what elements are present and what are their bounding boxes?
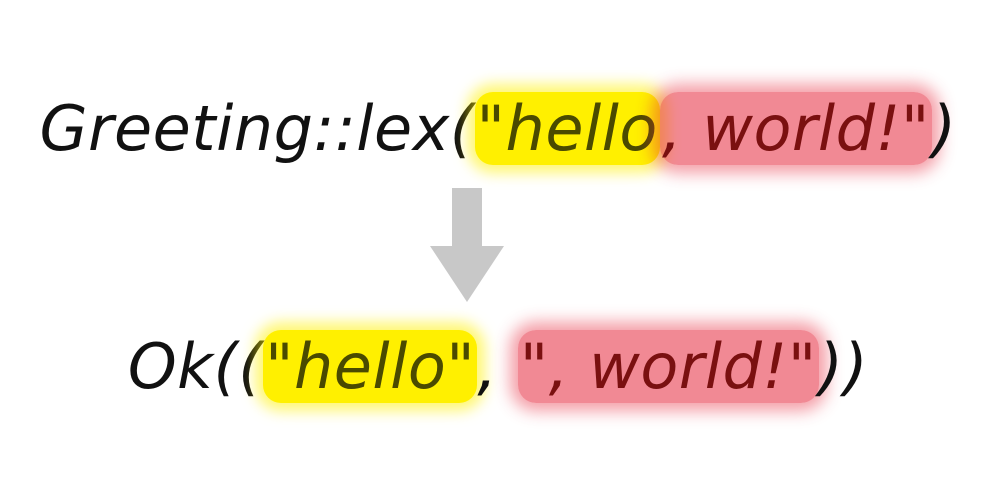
world-result-highlight: ", world!" xyxy=(517,330,819,403)
lex-call-suffix: ) xyxy=(931,92,957,165)
hello-highlight: "hello xyxy=(474,92,660,165)
arrow-down-icon xyxy=(430,188,504,302)
tuple-separator: , xyxy=(477,330,518,403)
ok-prefix: Ok(( xyxy=(127,330,263,403)
lex-call-prefix: Greeting::lex( xyxy=(39,92,475,165)
hello-result-highlight: "hello" xyxy=(262,330,478,403)
output-expression: Ok(("hello", ", world!")) xyxy=(0,330,996,403)
ok-suffix: )) xyxy=(818,330,869,403)
world-highlight: , world!" xyxy=(659,92,932,165)
input-expression: Greeting::lex("hello, world!") xyxy=(0,92,996,165)
